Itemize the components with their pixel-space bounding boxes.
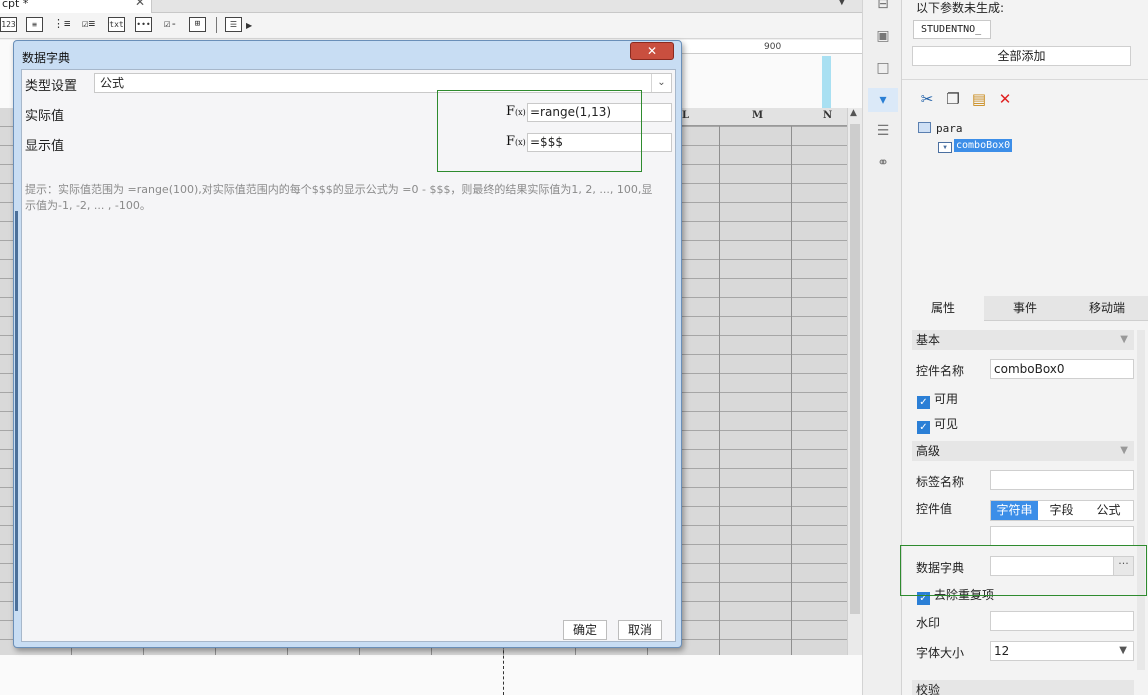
- widget-settings-icon[interactable]: ▾: [868, 88, 898, 112]
- missing-params-label: 以下参数未生成:: [916, 1, 1005, 15]
- column-header-m[interactable]: M: [752, 110, 763, 121]
- checkbox-group-icon[interactable]: ☑≡: [80, 17, 97, 32]
- type-select-value: 公式: [100, 76, 125, 90]
- radio-group-icon[interactable]: ⋮≡: [53, 17, 70, 32]
- control-value-input[interactable]: [990, 526, 1134, 546]
- cut-icon[interactable]: ✂: [918, 90, 936, 108]
- checkbox-icon[interactable]: ☑-: [162, 17, 179, 32]
- tag-name-label: 标签名称: [916, 475, 965, 489]
- checkbox-label: 可见: [934, 417, 959, 431]
- layout-icon[interactable]: ⊟: [875, 0, 891, 12]
- ok-button[interactable]: 确定: [563, 620, 607, 640]
- more-icon[interactable]: ☰: [225, 17, 242, 32]
- missing-param-item[interactable]: STUDENTNO_: [913, 20, 991, 39]
- combobox-icon: ▼: [938, 142, 952, 153]
- tree-icon[interactable]: ⊞: [189, 17, 206, 32]
- password-field-icon[interactable]: •••: [135, 17, 152, 32]
- data-dictionary-dialog: 数据字典 ✕ 类型设置 公式 ⌄ 实际值 F(x) =range(1,13) 显…: [13, 40, 682, 648]
- file-tab[interactable]: cpt * ✕: [0, 0, 152, 13]
- highlight-box-dictionary: [900, 545, 1147, 596]
- copy-icon[interactable]: ❐: [944, 90, 962, 108]
- column-headers: L M N: [680, 108, 847, 126]
- widget-list-icon[interactable]: ☰: [875, 123, 891, 139]
- collapse-icon[interactable]: ▼: [1120, 330, 1128, 350]
- tree-node-label: para: [936, 122, 963, 135]
- mode-formula-button[interactable]: 公式: [1085, 501, 1132, 520]
- check-icon: ✓: [917, 396, 930, 409]
- tab-mobile[interactable]: 移动端: [1066, 296, 1148, 321]
- watermark-label: 水印: [916, 616, 941, 630]
- dialog-close-button[interactable]: ✕: [630, 42, 674, 60]
- enabled-checkbox[interactable]: ✓ 可用: [917, 390, 958, 409]
- mode-string-button[interactable]: 字符串: [991, 501, 1038, 520]
- mode-field-button[interactable]: 字段: [1038, 501, 1085, 520]
- report-icon[interactable]: ▣: [875, 28, 891, 44]
- tab-list-icon[interactable]: ▼: [838, 0, 846, 7]
- scroll-thumb[interactable]: [850, 124, 860, 614]
- tab-close-icon[interactable]: ✕: [135, 0, 145, 8]
- font-size-select[interactable]: 12 ▼: [990, 641, 1134, 661]
- dialog-title: 数据字典: [22, 51, 71, 65]
- text-label-icon[interactable]: txt: [108, 17, 125, 32]
- chevron-down-icon[interactable]: ▼: [1119, 642, 1127, 660]
- column-header-l[interactable]: L: [682, 110, 689, 121]
- type-setting-label: 类型设置: [25, 79, 78, 94]
- tab-events[interactable]: 事件: [984, 296, 1066, 321]
- text-area-icon[interactable]: ≡: [26, 17, 43, 32]
- actual-value-label: 实际值: [25, 109, 65, 124]
- paste-icon[interactable]: ▤: [970, 90, 988, 108]
- panel-divider: [902, 79, 1148, 80]
- ruler: 900: [680, 40, 862, 54]
- watermark-input[interactable]: [990, 611, 1134, 631]
- tree-node-para[interactable]: para: [918, 122, 963, 135]
- section-title: 校验: [916, 683, 941, 695]
- highlight-box-formulas: [437, 90, 642, 172]
- sheet-scrollbar[interactable]: ▲: [847, 108, 862, 655]
- hint-text: 提示：实际值范围为 =range(100),对实际值范围内的每个$$$的显示公式…: [25, 183, 653, 212]
- section-title: 高级: [916, 444, 941, 458]
- advanced-section-header[interactable]: 高级 ▼: [912, 441, 1134, 461]
- tab-properties[interactable]: 属性: [902, 296, 984, 321]
- column-header-n[interactable]: N: [823, 110, 832, 121]
- delete-icon[interactable]: ✕: [996, 90, 1014, 108]
- parameter-panel-icon: [918, 122, 931, 133]
- tree-node-combobox[interactable]: ▼ comboBox0: [938, 139, 1013, 153]
- chevron-down-icon[interactable]: ⌄: [651, 74, 671, 92]
- scroll-up-icon[interactable]: ▲: [850, 108, 857, 118]
- file-tab-label: cpt *: [2, 0, 29, 10]
- font-size-value: 12: [994, 644, 1010, 658]
- display-value-label: 显示值: [25, 139, 65, 154]
- collapse-icon[interactable]: ▼: [1120, 441, 1128, 461]
- widget-toolbar: 123 ≡ ⋮≡ ☑≡ txt ••• ☑- ⊞ ☰ ▶: [0, 13, 862, 39]
- link-icon[interactable]: ⚭: [875, 155, 891, 171]
- control-name-label: 控件名称: [916, 364, 965, 378]
- section-title: 基本: [916, 333, 941, 347]
- side-icon-strip: ⊟ ▣ □ ▾ ☰ ⚭: [862, 0, 902, 695]
- toolbar-divider: [216, 17, 217, 33]
- dialog-edge: [15, 211, 18, 611]
- add-all-button[interactable]: 全部添加: [912, 46, 1131, 66]
- tag-name-input[interactable]: [990, 470, 1134, 490]
- dialog-body: 类型设置 公式 ⌄ 实际值 F(x) =range(1,13) 显示值 F(x)…: [21, 69, 676, 642]
- tree-node-label: comboBox0: [954, 139, 1013, 152]
- control-value-mode: 字符串 字段 公式: [990, 500, 1134, 521]
- check-icon: ✓: [917, 421, 930, 434]
- file-tab-bar: cpt * ✕ ▼: [0, 0, 862, 13]
- visible-checkbox[interactable]: ✓ 可见: [917, 415, 958, 434]
- frame-icon[interactable]: □: [875, 60, 891, 76]
- toolbar-expand-icon[interactable]: ▶: [246, 21, 252, 30]
- control-name-input[interactable]: comboBox0: [990, 359, 1134, 379]
- checkbox-label: 可用: [934, 392, 959, 406]
- font-size-label: 字体大小: [916, 646, 965, 660]
- ruler-tick: 900: [764, 42, 782, 52]
- control-value-label: 控件值: [916, 502, 953, 516]
- property-tabs: 属性 事件 移动端: [902, 296, 1148, 321]
- number-field-icon[interactable]: 123: [0, 17, 17, 32]
- basic-section-header[interactable]: 基本 ▼: [912, 330, 1134, 350]
- validation-section-header[interactable]: 校验: [912, 680, 1134, 695]
- cancel-button[interactable]: 取消: [618, 620, 662, 640]
- page-break-line: [503, 640, 504, 695]
- panel-scrollbar[interactable]: [1137, 330, 1145, 670]
